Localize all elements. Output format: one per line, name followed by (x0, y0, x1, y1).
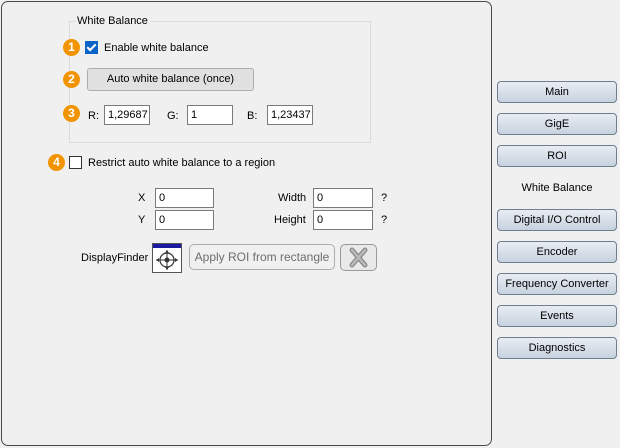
nav-gige-button[interactable]: GigE (497, 113, 617, 135)
auto-white-balance-button[interactable]: Auto white balance (once) (87, 68, 254, 91)
x-label: X (138, 192, 146, 204)
step-marker-3: 3 (63, 105, 80, 122)
nav-roi-button[interactable]: ROI (497, 145, 617, 167)
display-finder-label: DisplayFinder (81, 252, 149, 264)
crosshair-target-icon[interactable] (152, 243, 182, 273)
r-input[interactable]: 1,29687 (104, 105, 150, 125)
y-input[interactable]: 0 (155, 210, 214, 230)
r-label: R: (88, 110, 99, 122)
apply-roi-button[interactable]: Apply ROI from rectangle (189, 244, 335, 270)
height-input[interactable]: 0 (313, 210, 373, 230)
width-label: Width (278, 192, 307, 204)
width-input[interactable]: 0 (313, 188, 373, 208)
restrict-region-checkbox[interactable] (69, 156, 82, 169)
x-input[interactable]: 0 (155, 188, 214, 208)
nav-main-button[interactable]: Main (497, 81, 617, 103)
y-label: Y (138, 214, 146, 226)
nav-white-balance-current: White Balance (521, 182, 593, 194)
nav-diagnostics-button[interactable]: Diagnostics (497, 337, 617, 359)
nav-events-button[interactable]: Events (497, 305, 617, 327)
b-input[interactable]: 1,23437 (267, 105, 313, 125)
height-help-icon[interactable]: ? (381, 213, 387, 227)
g-label: G: (167, 110, 179, 122)
restrict-region-label[interactable]: Restrict auto white balance to a region (88, 156, 275, 170)
step-marker-1: 1 (63, 39, 80, 56)
height-label: Height (274, 214, 306, 226)
width-help-icon[interactable]: ? (381, 191, 387, 205)
enable-white-balance-checkbox[interactable] (85, 41, 98, 54)
enable-white-balance-label[interactable]: Enable white balance (104, 41, 209, 55)
g-input[interactable]: 1 (187, 105, 233, 125)
nav-encoder-button[interactable]: Encoder (497, 241, 617, 263)
step-marker-4: 4 (48, 154, 65, 171)
clear-roi-button[interactable] (340, 244, 377, 271)
step-marker-2: 2 (63, 71, 80, 88)
nav-digital-io-button[interactable]: Digital I/O Control (497, 209, 617, 231)
nav-frequency-converter-button[interactable]: Frequency Converter (497, 273, 617, 295)
group-title: White Balance (75, 14, 150, 28)
b-label: B: (247, 110, 258, 122)
close-x-icon (349, 247, 368, 268)
